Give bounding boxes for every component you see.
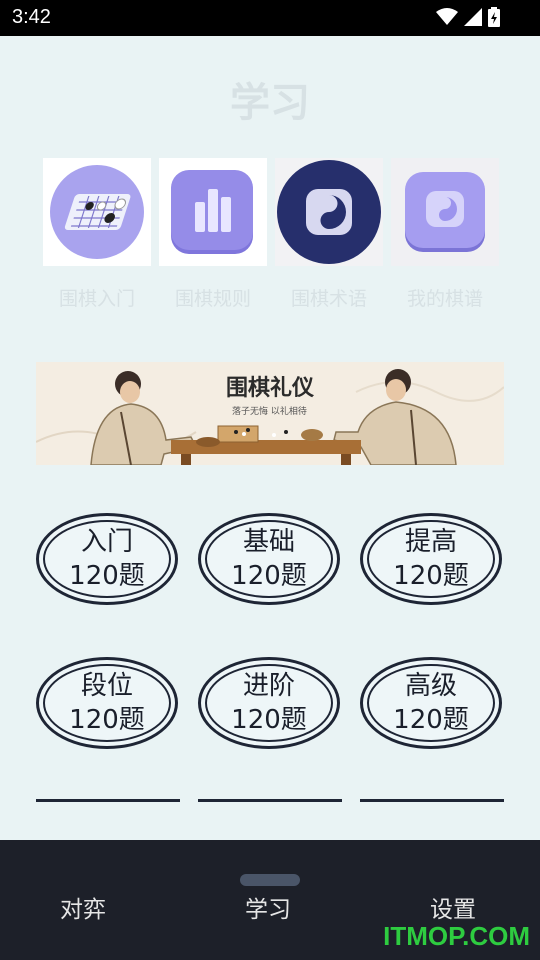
level-basic-button[interactable]: 基础 120题 bbox=[198, 513, 340, 605]
feature-go-terms[interactable]: 围棋术语 bbox=[275, 158, 383, 311]
feature-row: 围棋入门 围棋规则 围棋术语 我的棋谱 bbox=[43, 158, 499, 311]
status-bar: 3:42 bbox=[0, 0, 540, 36]
feature-label: 我的棋谱 bbox=[406, 288, 483, 310]
level-senior-button[interactable]: 高级 120题 bbox=[360, 657, 502, 749]
divider bbox=[198, 799, 342, 802]
record-icon bbox=[391, 158, 499, 266]
nav-learn-tab[interactable]: 学习 bbox=[245, 890, 291, 924]
divider bbox=[36, 799, 180, 802]
page-title: 学习 bbox=[230, 80, 310, 126]
feature-go-rules[interactable]: 围棋规则 bbox=[159, 158, 267, 311]
divider bbox=[360, 799, 504, 802]
level-improve-button[interactable]: 提高 120题 bbox=[360, 513, 502, 605]
go-etiquette-banner[interactable]: 围棋礼仪 落子无悔 以礼相待 bbox=[36, 362, 504, 465]
bottom-nav: 对弈 学习 设置 ITMOP.COM bbox=[0, 840, 540, 960]
level-name: 高级 bbox=[404, 671, 457, 701]
nav-active-indicator bbox=[240, 874, 300, 886]
feature-label: 围棋术语 bbox=[290, 288, 367, 310]
nav-settings-tab[interactable]: 设置 bbox=[430, 890, 476, 924]
level-name: 入门 bbox=[80, 527, 133, 557]
feature-go-basics[interactable]: 围棋入门 bbox=[43, 158, 151, 311]
level-count: 120题 bbox=[393, 705, 469, 735]
feature-my-records[interactable]: 我的棋谱 bbox=[391, 158, 499, 311]
feature-label: 围棋规则 bbox=[174, 288, 251, 310]
bar-chart-icon bbox=[159, 158, 267, 266]
level-dan-button[interactable]: 段位 120题 bbox=[36, 657, 178, 749]
level-count: 120题 bbox=[231, 705, 307, 735]
watermark: ITMOP.COM bbox=[383, 921, 530, 951]
level-name: 段位 bbox=[80, 671, 133, 701]
status-icons bbox=[436, 7, 500, 27]
level-count: 120题 bbox=[69, 705, 145, 735]
level-beginner-button[interactable]: 入门 120题 bbox=[36, 513, 178, 605]
level-count: 120题 bbox=[231, 561, 307, 591]
banner-subtitle: 落子无悔 以礼相待 bbox=[232, 405, 307, 417]
badge-icon bbox=[275, 158, 383, 266]
feature-label: 围棋入门 bbox=[58, 288, 135, 310]
level-count: 120题 bbox=[393, 561, 469, 591]
level-name: 基础 bbox=[242, 527, 295, 557]
status-time: 3:42 bbox=[12, 6, 51, 28]
level-advance-button[interactable]: 进阶 120题 bbox=[198, 657, 340, 749]
go-board-icon bbox=[43, 158, 151, 266]
signal-icon bbox=[464, 8, 482, 26]
wifi-icon bbox=[436, 8, 458, 25]
level-name: 进阶 bbox=[242, 671, 295, 701]
banner-title: 围棋礼仪 bbox=[226, 375, 315, 401]
battery-icon bbox=[488, 7, 500, 27]
nav-play-tab[interactable]: 对弈 bbox=[60, 890, 106, 924]
level-name: 提高 bbox=[404, 527, 457, 557]
level-count: 120题 bbox=[69, 561, 145, 591]
